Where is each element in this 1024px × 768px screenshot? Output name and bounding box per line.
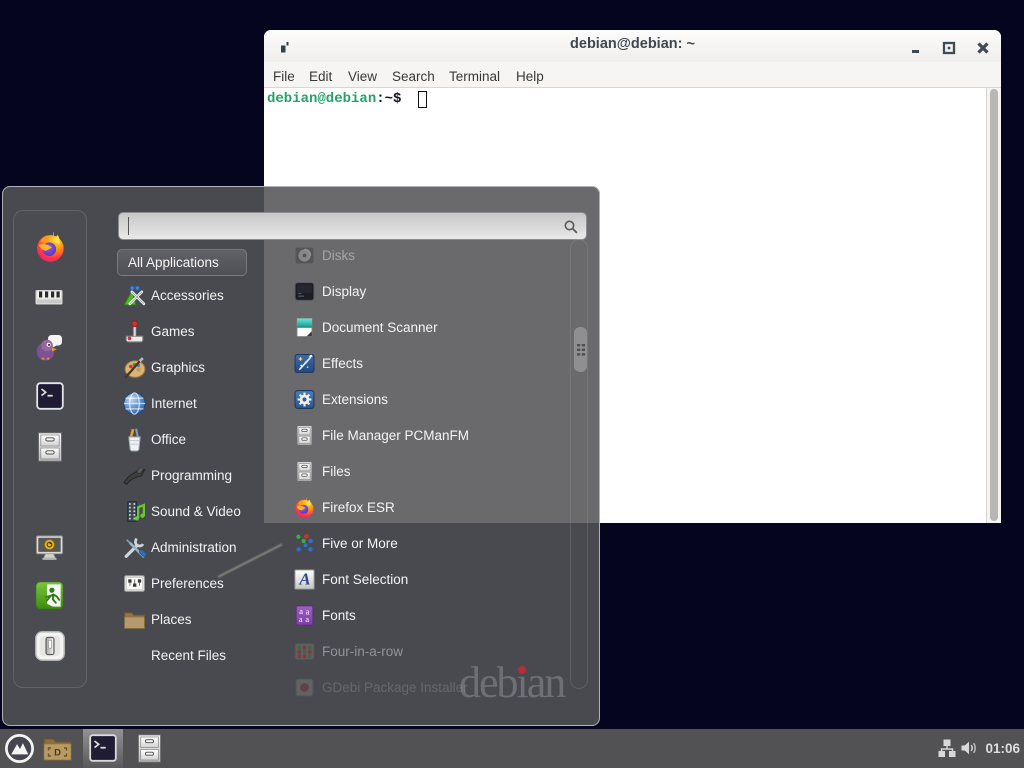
svg-text:D: D bbox=[54, 748, 61, 759]
